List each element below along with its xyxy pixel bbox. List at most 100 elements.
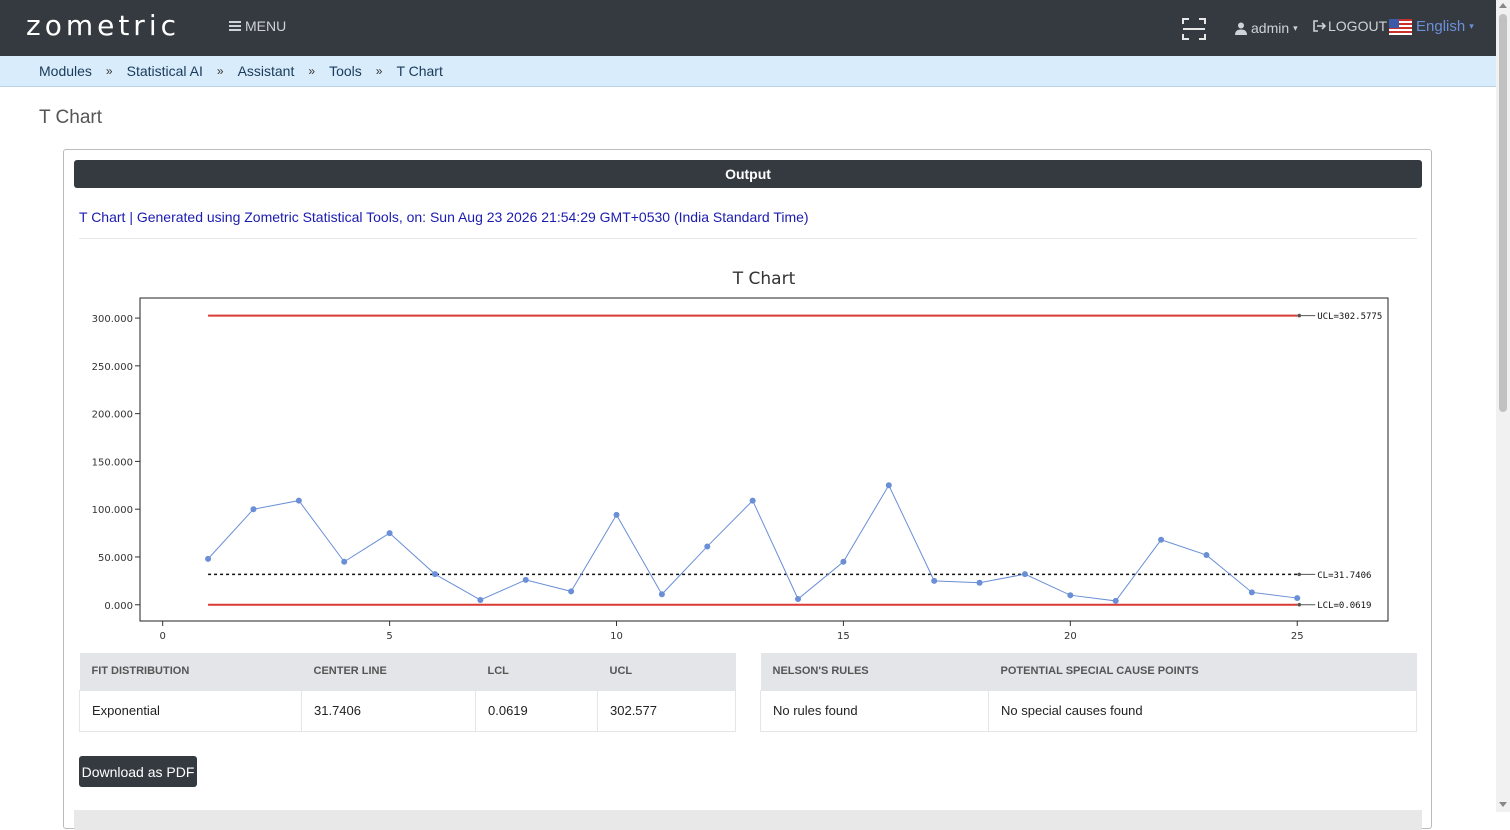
data-point bbox=[885, 482, 892, 489]
table-row: No rules found No special causes found bbox=[760, 689, 1417, 732]
scan-icon[interactable] bbox=[1182, 17, 1206, 41]
next-section-bar bbox=[74, 810, 1422, 830]
cell-ucl: 302.577 bbox=[597, 689, 736, 732]
table-row: Exponential 31.7406 0.0619 302.577 bbox=[79, 689, 736, 732]
menu-label: MENU bbox=[245, 18, 287, 34]
control-line-marker bbox=[1297, 602, 1302, 607]
data-point bbox=[704, 543, 711, 550]
col-lcl: LCL bbox=[475, 653, 598, 690]
data-point bbox=[795, 596, 802, 603]
breadcrumb-separator: » bbox=[375, 64, 383, 78]
vertical-scrollbar[interactable] bbox=[1496, 0, 1510, 812]
cell-center-line: 31.7406 bbox=[301, 689, 476, 732]
data-point bbox=[205, 555, 212, 562]
data-point bbox=[1158, 536, 1165, 543]
breadcrumb-t-chart[interactable]: T Chart bbox=[396, 63, 442, 79]
breadcrumb-statistical-ai[interactable]: Statistical AI bbox=[127, 63, 203, 79]
fit-stats-table: FIT DISTRIBUTION CENTER LINE LCL UCL Exp… bbox=[79, 653, 736, 732]
data-point bbox=[931, 577, 938, 584]
caret-down-icon: ▾ bbox=[1469, 21, 1474, 31]
user-label: admin bbox=[1251, 20, 1290, 36]
x-tick-label: 5 bbox=[386, 631, 392, 640]
control-line-label: CL=31.7406 bbox=[1317, 571, 1371, 581]
breadcrumb-assistant[interactable]: Assistant bbox=[238, 63, 295, 79]
control-line-marker bbox=[1297, 313, 1302, 318]
output-header: Output bbox=[74, 160, 1422, 188]
language-label: English bbox=[1416, 18, 1466, 35]
top-navbar: zometric MENU admin ▾ LOGOUT English ▾ bbox=[0, 0, 1496, 56]
cell-fit-distribution: Exponential bbox=[79, 689, 302, 732]
control-line-label: LCL=0.0619 bbox=[1317, 601, 1371, 611]
data-point bbox=[295, 497, 302, 504]
col-nelson-rules: NELSON'S RULES bbox=[760, 653, 989, 690]
control-line-marker bbox=[1297, 572, 1302, 577]
chart-title: T Chart bbox=[732, 269, 796, 289]
breadcrumb-separator: » bbox=[308, 64, 316, 78]
logout-button[interactable]: LOGOUT bbox=[1313, 18, 1387, 34]
scroll-up-arrow-icon[interactable] bbox=[1499, 3, 1507, 8]
page-title: T Chart bbox=[39, 107, 103, 128]
scroll-down-arrow-icon[interactable] bbox=[1499, 802, 1507, 807]
data-point bbox=[840, 558, 847, 565]
y-tick-label: 150.000 bbox=[92, 457, 133, 468]
breadcrumb: Modules » Statistical AI » Assistant » T… bbox=[0, 56, 1496, 87]
data-point bbox=[1248, 589, 1255, 596]
col-center-line: CENTER LINE bbox=[301, 653, 476, 690]
data-point bbox=[749, 497, 756, 504]
x-tick-label: 25 bbox=[1291, 631, 1304, 640]
language-selector[interactable]: English ▾ bbox=[1389, 18, 1474, 35]
x-tick-label: 20 bbox=[1064, 631, 1077, 640]
data-point bbox=[250, 506, 257, 513]
breadcrumb-separator: » bbox=[216, 64, 224, 78]
nelson-rules-table: NELSON'S RULES POTENTIAL SPECIAL CAUSE P… bbox=[760, 653, 1417, 732]
data-point bbox=[1021, 571, 1028, 578]
cell-special-cause-points: No special causes found bbox=[988, 689, 1417, 732]
data-point bbox=[1112, 597, 1119, 604]
breadcrumb-modules[interactable]: Modules bbox=[39, 63, 92, 79]
user-icon bbox=[1235, 22, 1247, 35]
y-tick-label: 50.000 bbox=[98, 553, 133, 564]
divider bbox=[79, 238, 1417, 239]
logout-label: LOGOUT bbox=[1328, 18, 1388, 34]
breadcrumb-tools[interactable]: Tools bbox=[329, 63, 362, 79]
logo[interactable]: zometric bbox=[26, 9, 180, 42]
cell-lcl: 0.0619 bbox=[475, 689, 598, 732]
y-tick-label: 250.000 bbox=[92, 362, 133, 373]
generated-info-text: T Chart | Generated using Zometric Stati… bbox=[79, 209, 809, 225]
x-tick-label: 10 bbox=[610, 631, 623, 640]
download-pdf-button[interactable]: Download as PDF bbox=[79, 756, 197, 787]
output-panel: Output T Chart | Generated using Zometri… bbox=[63, 149, 1432, 830]
data-point bbox=[568, 588, 575, 595]
caret-down-icon: ▾ bbox=[1293, 22, 1298, 33]
cell-nelson-rules: No rules found bbox=[760, 689, 989, 732]
y-tick-label: 200.000 bbox=[92, 410, 133, 421]
user-menu[interactable]: admin ▾ bbox=[1235, 20, 1298, 36]
data-point bbox=[431, 571, 438, 578]
y-tick-label: 300.000 bbox=[92, 314, 133, 325]
data-point bbox=[522, 576, 529, 583]
data-point bbox=[386, 530, 393, 537]
data-point bbox=[658, 591, 665, 598]
data-point bbox=[976, 579, 983, 586]
hamburger-icon bbox=[229, 21, 241, 31]
x-tick-label: 0 bbox=[160, 631, 166, 640]
data-point bbox=[613, 511, 620, 518]
data-point bbox=[341, 558, 348, 565]
data-point bbox=[1294, 595, 1301, 602]
control-line-label: UCL=302.5775 bbox=[1317, 312, 1382, 322]
col-ucl: UCL bbox=[597, 653, 736, 690]
menu-button[interactable]: MENU bbox=[229, 18, 286, 34]
y-tick-label: 0.000 bbox=[104, 601, 133, 612]
plot-area bbox=[139, 297, 1389, 622]
breadcrumb-separator: » bbox=[105, 64, 113, 78]
col-fit-distribution: FIT DISTRIBUTION bbox=[79, 653, 302, 690]
data-point bbox=[1203, 552, 1210, 559]
data-point bbox=[1067, 592, 1074, 599]
logout-icon bbox=[1313, 20, 1326, 32]
col-special-cause-points: POTENTIAL SPECIAL CAUSE POINTS bbox=[988, 653, 1417, 690]
scroll-thumb[interactable] bbox=[1499, 14, 1507, 412]
y-tick-label: 100.000 bbox=[92, 505, 133, 516]
x-tick-label: 15 bbox=[837, 631, 850, 640]
data-point bbox=[477, 596, 484, 603]
us-flag-icon bbox=[1389, 18, 1412, 35]
